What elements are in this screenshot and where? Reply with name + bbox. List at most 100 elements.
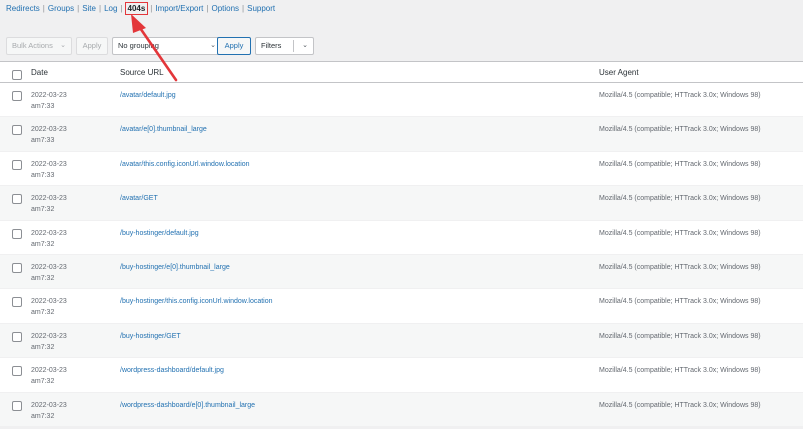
grouping-select[interactable]: No grouping ⌄ (112, 37, 222, 55)
row-checkbox[interactable] (12, 297, 22, 308)
row-date-cell: 2022-03-23 am7:32 (31, 400, 67, 422)
row-user-agent: Mozilla/4.5 (compatible; HTTrack 3.0x; W… (599, 367, 761, 375)
row-checkbox[interactable] (12, 331, 22, 342)
select-all-checkbox[interactable] (12, 70, 22, 80)
redirection-404-log-page: Redirects | Groups | Site | Log | 404s | Import/Ex… (0, 0, 803, 429)
row-time: am7:32 (31, 240, 55, 248)
table-row: 2022-03-23 am7:32/buy-hostinger/e[0].thum… (0, 254, 803, 290)
row-date: 2022-03-23 (31, 367, 67, 375)
row-time: am7:32 (31, 309, 55, 317)
subnav-separator: | (150, 4, 153, 13)
row-date-cell: 2022-03-23 am7:32 (31, 365, 67, 387)
apply-grouping-button[interactable]: Apply (217, 37, 251, 55)
row-date: 2022-03-23 (31, 401, 67, 409)
row-user-agent: Mozilla/4.5 (compatible; HTTrack 3.0x; W… (599, 263, 761, 271)
row-source-url-link[interactable]: /wordpress-dashboard/default.jpg (120, 366, 224, 376)
subnav-groups[interactable]: Groups (48, 4, 74, 13)
row-date: 2022-03-23 (31, 126, 67, 134)
row-date: 2022-03-23 (31, 263, 67, 271)
subnav-404s-current[interactable]: 404s (124, 2, 149, 15)
row-date-cell: 2022-03-23 am7:32 (31, 262, 67, 284)
row-source-url-link[interactable]: /avatar/this.config.iconUrl.window.locat… (120, 160, 250, 170)
row-checkbox[interactable] (12, 366, 22, 377)
grouping-label: No grouping (118, 41, 159, 50)
chevron-down-icon: ⌄ (60, 42, 66, 49)
log-table: Date Source URL User Agent 2022-03-23 am7… (0, 61, 803, 427)
row-source-url-link[interactable]: /avatar/e[0].thumbnail_large (120, 125, 207, 135)
row-time: am7:33 (31, 137, 55, 145)
row-time: am7:32 (31, 206, 55, 214)
subnav-log[interactable]: Log (104, 4, 117, 13)
row-date-cell: 2022-03-23 am7:33 (31, 124, 67, 146)
subnav: Redirects | Groups | Site | Log | 404s | Import/Ex… (6, 2, 275, 15)
row-source-url-link[interactable]: /buy-hostinger/default.jpg (120, 229, 199, 239)
chevron-down-icon: ⌄ (210, 42, 216, 49)
table-row: 2022-03-23 am7:32/wordpress-dashboard/def… (0, 358, 803, 393)
row-time: am7:32 (31, 412, 55, 420)
row-source-url-link[interactable]: /avatar/default.jpg (120, 91, 176, 101)
table-row: 2022-03-23 am7:32/buy-hostinger/default.j… (0, 220, 803, 255)
row-date: 2022-03-23 (31, 229, 67, 237)
row-checkbox[interactable] (12, 400, 22, 411)
row-checkbox[interactable] (12, 159, 22, 170)
row-user-agent: Mozilla/4.5 (compatible; HTTrack 3.0x; W… (599, 298, 761, 306)
table-row: 2022-03-23 am7:32/wordpress-dashboard/e[0… (0, 392, 803, 427)
row-date-cell: 2022-03-23 am7:32 (31, 228, 67, 250)
subnav-redirects[interactable]: Redirects (6, 4, 40, 13)
row-source-url-link[interactable]: /buy-hostinger/this.config.iconUrl.windo… (120, 297, 273, 307)
row-time: am7:33 (31, 171, 55, 179)
row-checkbox[interactable] (12, 125, 22, 136)
subnav-import-export[interactable]: Import/Export (155, 4, 203, 13)
row-user-agent: Mozilla/4.5 (compatible; HTTrack 3.0x; W… (599, 401, 761, 409)
apply-bulk-button[interactable]: Apply (76, 37, 108, 55)
filters-button[interactable]: Filters ⌄ (255, 37, 314, 55)
row-checkbox[interactable] (12, 194, 22, 205)
subnav-separator: | (98, 4, 102, 13)
row-time: am7:32 (31, 274, 55, 282)
row-user-agent: Mozilla/4.5 (compatible; HTTrack 3.0x; W… (599, 126, 761, 134)
row-source-url-link[interactable]: /avatar/GET (120, 194, 158, 204)
row-user-agent: Mozilla/4.5 (compatible; HTTrack 3.0x; W… (599, 195, 761, 203)
column-header-date[interactable]: Date (31, 62, 48, 83)
row-date: 2022-03-23 (31, 332, 67, 340)
row-date-cell: 2022-03-23 am7:32 (31, 296, 67, 318)
filters-label: Filters (261, 41, 282, 50)
table-row: 2022-03-23 am7:33/avatar/default.jpg Mozil… (0, 83, 803, 118)
subnav-separator: | (242, 4, 245, 13)
subnav-separator: | (206, 4, 209, 13)
row-checkbox[interactable] (12, 262, 22, 273)
table-row: 2022-03-23 am7:33/avatar/e[0].thumbnail_l… (0, 117, 803, 152)
table-row: 2022-03-23 am7:32/buy-hostinger/GET Mozill… (0, 323, 803, 359)
row-user-agent: Mozilla/4.5 (compatible; HTTrack 3.0x; W… (599, 229, 761, 237)
column-header-source-url[interactable]: Source URL (120, 62, 164, 83)
row-time: am7:32 (31, 378, 55, 386)
bulk-actions-select[interactable]: Bulk Actions ⌄ (6, 37, 72, 55)
row-user-agent: Mozilla/4.5 (compatible; HTTrack 3.0x; W… (599, 92, 761, 99)
row-date: 2022-03-23 (31, 195, 67, 203)
table-row: 2022-03-23 am7:32/buy-hostinger/this.conf… (0, 289, 803, 324)
row-checkbox[interactable] (12, 228, 22, 239)
bulk-actions-label: Bulk Actions (12, 41, 53, 50)
subnav-separator: | (120, 4, 123, 13)
subnav-options[interactable]: Options (211, 4, 239, 13)
column-header-user-agent: User Agent (599, 68, 639, 77)
row-source-url-link[interactable]: /buy-hostinger/e[0].thumbnail_large (120, 263, 230, 273)
subnav-separator: | (42, 4, 45, 13)
row-date-cell: 2022-03-23 am7:32 (31, 193, 67, 215)
tablenav-toolbar: Bulk Actions ⌄ Apply No grouping ⌄ Apply… (6, 37, 326, 55)
subnav-separator: | (77, 4, 80, 13)
row-source-url-link[interactable]: /buy-hostinger/GET (120, 332, 181, 342)
row-source-url-link[interactable]: /wordpress-dashboard/e[0].thumbnail_larg… (120, 401, 255, 411)
subnav-site[interactable]: Site (82, 4, 96, 13)
row-date-cell: 2022-03-23 am7:32 (31, 331, 67, 353)
chevron-down-icon: ⌄ (302, 42, 308, 49)
filters-divider (293, 40, 294, 52)
row-time: am7:32 (31, 343, 55, 351)
row-checkbox[interactable] (12, 91, 22, 101)
row-date: 2022-03-23 (31, 298, 67, 306)
subnav-support[interactable]: Support (247, 4, 275, 13)
row-time: am7:33 (31, 103, 55, 110)
row-date-cell: 2022-03-23 am7:33 (31, 159, 67, 181)
row-date: 2022-03-23 (31, 160, 67, 168)
table-body: 2022-03-23 am7:33/avatar/default.jpg Mozil… (0, 83, 803, 427)
